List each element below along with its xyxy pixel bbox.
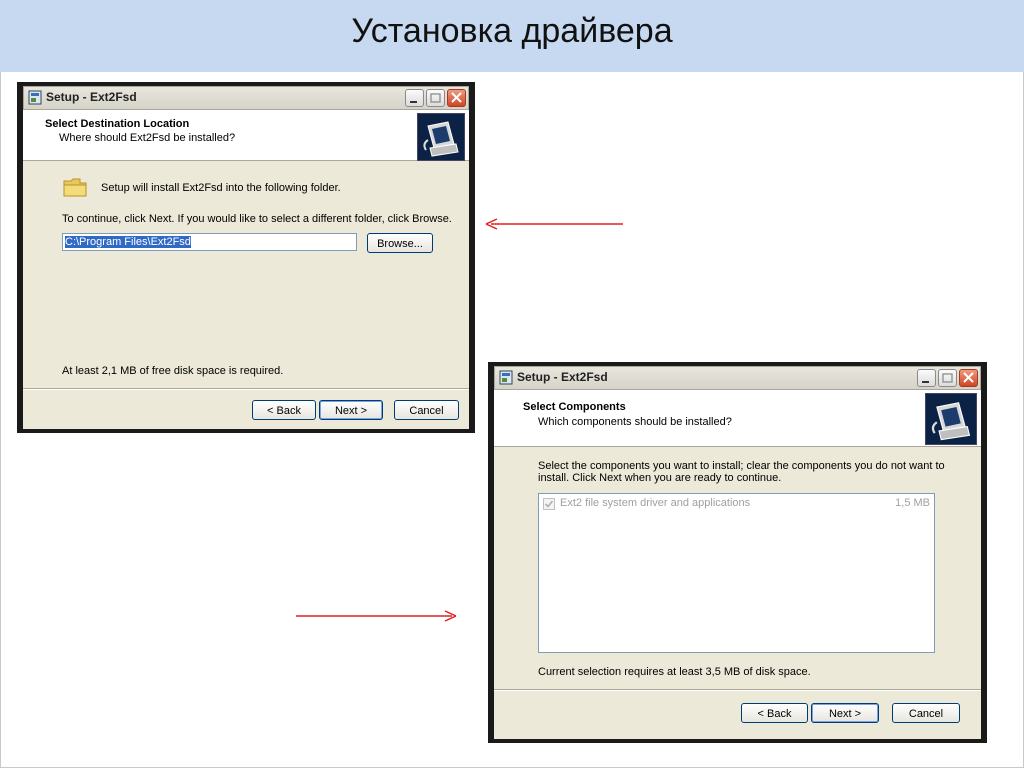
wizard-computer-icon: [417, 113, 465, 161]
cancel-button[interactable]: Cancel: [892, 703, 960, 723]
close-button[interactable]: [959, 369, 978, 387]
minimize-icon: [410, 101, 417, 103]
maximize-button[interactable]: [426, 89, 445, 107]
destination-path-input[interactable]: C:\Program Files\Ext2Fsd: [62, 233, 357, 251]
footer-divider: [23, 388, 469, 390]
footer-divider: [494, 689, 981, 691]
header-title: Select Components: [523, 401, 626, 413]
folder-icon: [63, 178, 87, 197]
window-title: Setup - Ext2Fsd: [46, 90, 137, 104]
titlebar: Setup - Ext2Fsd: [23, 86, 469, 110]
setup-app-icon: [499, 370, 513, 385]
disk-space-text: At least 2,1 MB of free disk space is re…: [62, 365, 284, 377]
dialog-body: Select Components Which components shoul…: [494, 390, 981, 739]
instruction-line-2: install. Click Next when you are ready t…: [538, 472, 782, 484]
component-label: Ext2 file system driver and applications: [560, 497, 751, 509]
arrow-right-annotation: [296, 610, 457, 622]
path-selected-text: C:\Program Files\Ext2Fsd: [65, 236, 191, 248]
arrow-left-annotation: [485, 218, 623, 230]
window-title: Setup - Ext2Fsd: [517, 370, 608, 384]
cancel-button[interactable]: Cancel: [394, 400, 459, 420]
wizard-computer-icon: [925, 393, 977, 445]
instruction-text: To continue, click Next. If you would li…: [62, 213, 452, 225]
header-title: Select Destination Location: [45, 118, 190, 130]
header-subtitle: Where should Ext2Fsd be installed?: [59, 132, 236, 144]
list-item[interactable]: Ext2 file system driver and applications…: [543, 497, 930, 511]
maximize-icon: [430, 93, 441, 103]
close-button[interactable]: [447, 89, 466, 107]
setup-app-icon: [28, 90, 42, 105]
wizard-header: Select Components Which components shoul…: [494, 390, 981, 447]
next-button[interactable]: Next >: [319, 400, 383, 420]
maximize-icon: [942, 373, 953, 383]
maximize-button[interactable]: [938, 369, 957, 387]
back-button[interactable]: < Back: [252, 400, 316, 420]
info-text: Setup will install Ext2Fsd into the foll…: [101, 182, 341, 194]
wizard-header: Select Destination Location Where should…: [23, 110, 469, 161]
minimize-button[interactable]: [917, 369, 936, 387]
minimize-icon: [922, 381, 929, 383]
next-button[interactable]: Next >: [811, 703, 879, 723]
header-subtitle: Which components should be installed?: [538, 416, 732, 428]
dialog-destination: Setup - Ext2Fsd Select Destination Locat…: [17, 82, 475, 433]
components-list[interactable]: Ext2 file system driver and applications…: [538, 493, 935, 653]
titlebar: Setup - Ext2Fsd: [494, 366, 981, 390]
instruction-line-1: Select the components you want to instal…: [538, 460, 945, 472]
close-icon: [451, 92, 462, 103]
checkbox-checked-icon[interactable]: [543, 498, 555, 510]
component-size: 1,5 MB: [895, 497, 930, 509]
minimize-button[interactable]: [405, 89, 424, 107]
dialog-components: Setup - Ext2Fsd Select Components Which …: [488, 362, 987, 743]
dialog-body: Select Destination Location Where should…: [23, 110, 469, 429]
disk-space-text: Current selection requires at least 3,5 …: [538, 666, 811, 678]
browse-button[interactable]: Browse...: [367, 233, 433, 253]
page-title: Установка драйвера: [351, 12, 673, 50]
close-icon: [963, 372, 974, 383]
back-button[interactable]: < Back: [741, 703, 808, 723]
